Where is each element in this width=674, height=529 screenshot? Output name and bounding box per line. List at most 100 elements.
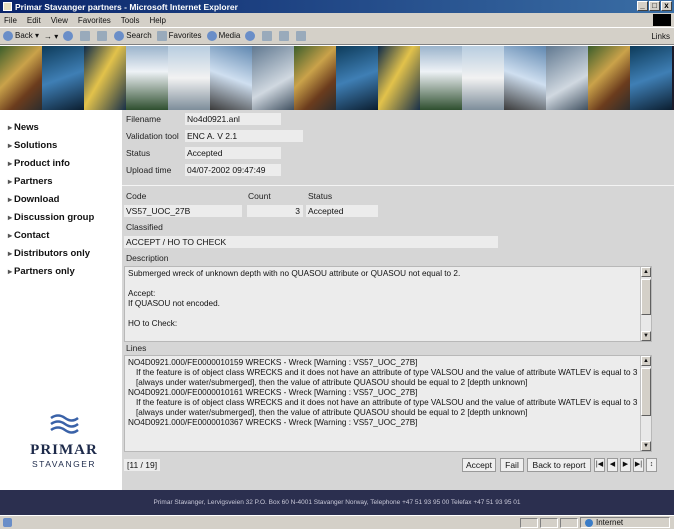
menu-favorites[interactable]: Favorites — [78, 16, 111, 25]
scroll-up-arrow-icon[interactable]: ▲ — [641, 267, 651, 277]
record-counter: [11 / 19] — [124, 459, 161, 471]
windows-logo-icon — [653, 14, 671, 26]
banner-photo — [42, 46, 84, 110]
links-button[interactable]: Links — [651, 32, 670, 41]
nav-item-discussion-group[interactable]: Discussion group — [8, 212, 94, 223]
favorites-icon — [156, 31, 167, 41]
back-button[interactable]: Back ▾ — [3, 31, 39, 41]
banner-photo — [168, 46, 210, 110]
browser-toolbar: Back ▾ → ▾ Search Favorites Media Links — [0, 27, 674, 45]
previous-record-icon[interactable]: ◀ — [607, 458, 618, 472]
banner-photo — [252, 46, 294, 110]
page-footer: Primar Stavanger, Lervigsveien 32 P.O. B… — [0, 490, 674, 515]
back-arrow-icon — [3, 31, 13, 41]
next-record-icon[interactable]: ▶ — [620, 458, 631, 472]
banner-photo — [420, 46, 462, 110]
logo-name: PRIMAR — [30, 442, 98, 458]
description-textarea[interactable]: Submerged wreck of unknown depth with no… — [124, 266, 652, 342]
nav-item-distributors-only[interactable]: Distributors only — [8, 248, 90, 259]
count-label: Count — [248, 191, 271, 201]
banner-photo — [378, 46, 420, 110]
line-entry-body: If the feature is of object class WRECKS… — [136, 398, 638, 417]
status-value: Accepted — [185, 147, 281, 159]
minimize-button[interactable]: _ — [637, 1, 648, 11]
validation-tool-label: Validation tool — [126, 131, 179, 141]
window-title-bar: Primar Stavanger partners - Microsoft In… — [0, 0, 674, 13]
first-record-icon[interactable]: |◀ — [594, 458, 605, 472]
sort-icon[interactable]: ↕ — [646, 458, 657, 472]
menu-view[interactable]: View — [51, 16, 68, 25]
description-line: Submerged wreck of unknown depth with no… — [128, 269, 461, 278]
scroll-down-arrow-icon[interactable]: ▼ — [641, 331, 651, 341]
waves-logo-icon — [50, 414, 79, 434]
home-icon[interactable] — [97, 31, 108, 41]
last-record-icon[interactable]: ▶| — [633, 458, 644, 472]
accept-button[interactable]: Accept — [462, 458, 496, 472]
description-line: Accept: — [128, 289, 156, 298]
line-entry-head: NO4D0921.000/FE0000010159 WRECKS - Wreck… — [128, 358, 418, 367]
page-icon — [3, 518, 12, 527]
scroll-thumb[interactable] — [641, 279, 651, 315]
count-value: 3 — [247, 205, 303, 217]
sidebar-nav: News Solutions Product info Partners Dow… — [0, 110, 122, 490]
filename-label: Filename — [126, 114, 161, 124]
line-entry-head: NO4D0921.000/FE0000010161 WRECKS - Wreck… — [128, 388, 418, 397]
favorites-button[interactable]: Favorites — [156, 31, 202, 41]
forward-button[interactable]: → ▾ — [44, 32, 58, 41]
banner-photo — [0, 46, 42, 110]
description-line: HO to Check: — [128, 319, 178, 328]
validation-tool-value: ENC A. V 2.1 — [185, 130, 303, 142]
search-icon — [114, 31, 125, 41]
nav-item-partners[interactable]: Partners — [8, 176, 53, 187]
back-to-report-button[interactable]: Back to report — [527, 458, 591, 472]
menu-tools[interactable]: Tools — [121, 16, 140, 25]
line-entry-head: NO4D0921.000/FE0000010367 WRECKS - Wreck… — [128, 418, 418, 427]
edit-icon[interactable] — [296, 31, 307, 41]
nav-item-partners-only[interactable]: Partners only — [8, 266, 75, 277]
nav-item-solutions[interactable]: Solutions — [8, 140, 57, 151]
result-status-label: Status — [308, 191, 333, 201]
banner-photo — [210, 46, 252, 110]
scroll-thumb[interactable] — [641, 368, 651, 416]
banner-photo — [126, 46, 168, 110]
filename-value: No4d0921.anl — [185, 113, 281, 125]
banner-photo — [462, 46, 504, 110]
nav-item-news[interactable]: News — [8, 122, 39, 133]
refresh-icon[interactable] — [80, 31, 91, 41]
menu-edit[interactable]: Edit — [27, 16, 41, 25]
menu-help[interactable]: Help — [149, 16, 165, 25]
lines-scrollbar[interactable]: ▲ ▼ — [640, 356, 651, 451]
status-cell — [520, 518, 538, 528]
code-value: VS57_UOC_27B — [124, 205, 242, 217]
search-button[interactable]: Search — [114, 31, 152, 41]
ie-app-icon — [3, 2, 12, 11]
mail-icon[interactable] — [262, 31, 273, 41]
window-controls: _ □ x — [637, 1, 672, 11]
classified-value: ACCEPT / HO TO CHECK — [124, 236, 498, 248]
nav-item-download[interactable]: Download — [8, 194, 59, 205]
media-button[interactable]: Media — [206, 31, 240, 41]
description-label: Description — [126, 253, 169, 263]
maximize-button[interactable]: □ — [649, 1, 660, 11]
nav-item-contact[interactable]: Contact — [8, 230, 49, 241]
primar-logo: PRIMAR STAVANGER — [14, 412, 114, 469]
status-cell — [560, 518, 578, 528]
banner-photo — [630, 46, 672, 110]
banner-photo — [588, 46, 630, 110]
print-icon[interactable] — [279, 31, 290, 41]
browser-status-bar: Internet — [0, 515, 674, 529]
banner-photo — [546, 46, 588, 110]
fail-button[interactable]: Fail — [500, 458, 524, 472]
security-zone: Internet — [580, 517, 670, 528]
globe-icon — [585, 518, 593, 527]
logo-subtitle: STAVANGER — [31, 459, 97, 469]
lines-textarea[interactable]: NO4D0921.000/FE0000010159 WRECKS - Wreck… — [124, 355, 652, 452]
scroll-down-arrow-icon[interactable]: ▼ — [641, 441, 651, 451]
menu-file[interactable]: File — [4, 16, 17, 25]
history-icon[interactable] — [245, 31, 256, 41]
nav-item-product-info[interactable]: Product info — [8, 158, 70, 169]
stop-icon[interactable] — [63, 31, 74, 41]
close-button[interactable]: x — [661, 1, 672, 11]
description-scrollbar[interactable]: ▲ ▼ — [640, 267, 651, 341]
scroll-up-arrow-icon[interactable]: ▲ — [641, 356, 651, 366]
